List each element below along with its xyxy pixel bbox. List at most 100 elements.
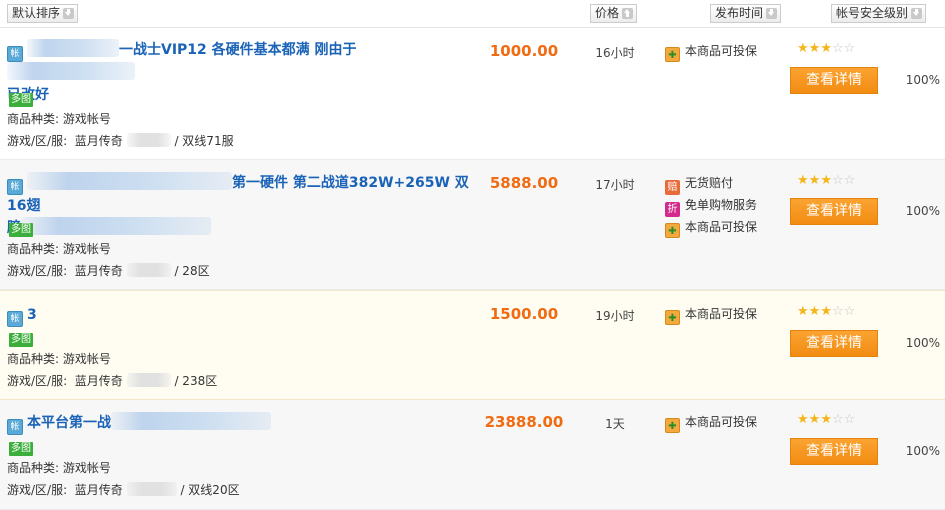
- listing-price: 1500.00: [489, 305, 559, 323]
- server-line: 游戏/区/服: 蓝月传奇 / 238区: [7, 372, 217, 389]
- sort-default-button[interactable]: 默认排序: [7, 4, 79, 23]
- listing-time: 17小时: [595, 178, 635, 192]
- service-label: 免单购物服务: [685, 198, 758, 212]
- listing-price: 23888.00: [484, 413, 564, 431]
- server-line: 游戏/区/服: 蓝月传奇 / 双线71服: [7, 132, 234, 149]
- guard-icon: ✚: [665, 223, 680, 238]
- star-filled-icon: ★: [808, 41, 821, 56]
- star-filled-icon: ★: [797, 41, 809, 56]
- star-filled-icon: ★: [808, 173, 821, 188]
- view-details-button[interactable]: 查看详情: [790, 67, 878, 94]
- star-empty-icon: ☆: [831, 41, 844, 56]
- sort-publish-time-label: 发布时间: [715, 6, 764, 20]
- listing-title-link[interactable]: 帐3: [7, 304, 482, 327]
- security-stars: ★★★☆☆: [797, 413, 855, 427]
- security-percentage: 100%: [905, 336, 940, 350]
- star-empty-icon: ☆: [831, 173, 844, 188]
- game-name: 蓝月传奇: [74, 134, 123, 148]
- multi-image-badge: 多图: [9, 442, 33, 456]
- listing-title-text: 本平台第一战: [27, 415, 111, 431]
- service-compensation: 赔无货赔付: [665, 175, 734, 195]
- sort-down-arrow-icon: [911, 8, 923, 19]
- view-details-button[interactable]: 查看详情: [790, 438, 878, 465]
- sort-price-button[interactable]: 价格: [590, 4, 638, 23]
- sort-down-arrow-icon: [63, 8, 75, 19]
- category-value: 游戏帐号: [62, 352, 111, 366]
- multi-image-badge: 多图: [9, 93, 33, 107]
- category-label: 商品种类:: [7, 112, 60, 126]
- listing-price: 1000.00: [489, 42, 559, 60]
- multi-image-badge: 多图: [9, 223, 33, 237]
- server-name: / 双线20区: [180, 483, 240, 497]
- star-filled-icon: ★: [808, 412, 821, 427]
- star-empty-icon: ☆: [843, 412, 856, 427]
- game-name: 蓝月传奇: [74, 483, 123, 497]
- star-filled-icon: ★: [797, 173, 809, 188]
- category-value: 游戏帐号: [62, 112, 111, 126]
- sort-security-level-label: 帐号安全级别: [836, 6, 909, 20]
- account-icon: 帐: [7, 419, 23, 435]
- account-icon: 帐: [7, 46, 23, 62]
- compensation-icon: 赔: [665, 180, 680, 195]
- star-empty-icon: ☆: [843, 304, 856, 319]
- category-value: 游戏帐号: [62, 461, 111, 475]
- sort-security-level-button[interactable]: 帐号安全级别: [831, 4, 927, 23]
- redacted-text: [21, 217, 211, 235]
- category-label: 商品种类:: [7, 242, 60, 256]
- security-percentage: 100%: [905, 204, 940, 218]
- service-label: 无货赔付: [685, 176, 734, 190]
- service-insurable: ✚ 本商品可投保: [665, 414, 757, 433]
- star-filled-icon: ★: [808, 304, 821, 319]
- listing-time: 19小时: [595, 309, 635, 323]
- listing-time: 16小时: [595, 46, 635, 60]
- service-label: 本商品可投保: [685, 307, 758, 321]
- redacted-text: [126, 133, 171, 147]
- service-label: 本商品可投保: [685, 44, 758, 58]
- listing-title-link[interactable]: 帐本平台第一战: [7, 412, 482, 435]
- listing-title-text: 3: [27, 307, 37, 323]
- security-stars: ★★★☆☆: [797, 42, 855, 56]
- star-empty-icon: ☆: [843, 173, 856, 188]
- category-value: 游戏帐号: [62, 242, 111, 256]
- game-name: 蓝月传奇: [74, 264, 123, 278]
- server-name: / 238区: [174, 374, 218, 388]
- listing-time: 1天: [605, 417, 625, 431]
- star-filled-icon: ★: [820, 41, 832, 56]
- redacted-text: [126, 263, 171, 277]
- account-icon: 帐: [7, 311, 23, 327]
- guard-icon: ✚: [665, 310, 680, 325]
- service-insurable: ✚ 本商品可投保: [665, 43, 758, 62]
- listing-title-link[interactable]: 帐第一硬件 第二战道382W+265W 双16翅 膀: [7, 172, 482, 239]
- security-percentage: 100%: [905, 444, 940, 458]
- server-label: 游戏/区/服:: [7, 134, 68, 148]
- category-line: 商品种类: 游戏帐号: [7, 240, 111, 257]
- star-filled-icon: ★: [797, 304, 809, 319]
- sort-down-arrow-icon: [766, 8, 778, 19]
- view-details-button[interactable]: 查看详情: [790, 330, 878, 357]
- guard-icon: ✚: [665, 418, 680, 433]
- account-icon: 帐: [7, 179, 23, 195]
- multi-image-badge: 多图: [9, 333, 33, 347]
- service-label: 本商品可投保: [685, 220, 758, 234]
- listing-row: 帐3 多图 商品种类: 游戏帐号 游戏/区/服: 蓝月传奇 / 238区 150…: [0, 290, 945, 400]
- redacted-text: [111, 412, 271, 430]
- service-free-order: 折免单购物服务: [665, 197, 758, 217]
- security-stars: ★★★☆☆: [797, 174, 855, 188]
- category-line: 商品种类: 游戏帐号: [7, 350, 111, 367]
- category-line: 商品种类: 游戏帐号: [7, 110, 111, 127]
- server-name: / 28区: [174, 264, 210, 278]
- category-label: 商品种类:: [7, 461, 60, 475]
- listing-title-link[interactable]: 帐一战士VIP12 各硬件基本都满 刚由于 已改好: [7, 39, 482, 106]
- service-insurable: ✚ 本商品可投保: [665, 306, 758, 325]
- service-insurable: ✚ 本商品可投保: [665, 219, 758, 238]
- view-details-button[interactable]: 查看详情: [790, 198, 878, 225]
- listing-price: 5888.00: [489, 174, 559, 192]
- sort-publish-time-button[interactable]: 发布时间: [710, 4, 782, 23]
- star-filled-icon: ★: [820, 304, 832, 319]
- sort-price-label: 价格: [595, 6, 620, 20]
- server-label: 游戏/区/服:: [7, 374, 68, 388]
- redacted-text: [27, 172, 232, 190]
- star-empty-icon: ☆: [831, 304, 844, 319]
- sort-default-label: 默认排序: [12, 6, 61, 20]
- redacted-text: [27, 39, 119, 57]
